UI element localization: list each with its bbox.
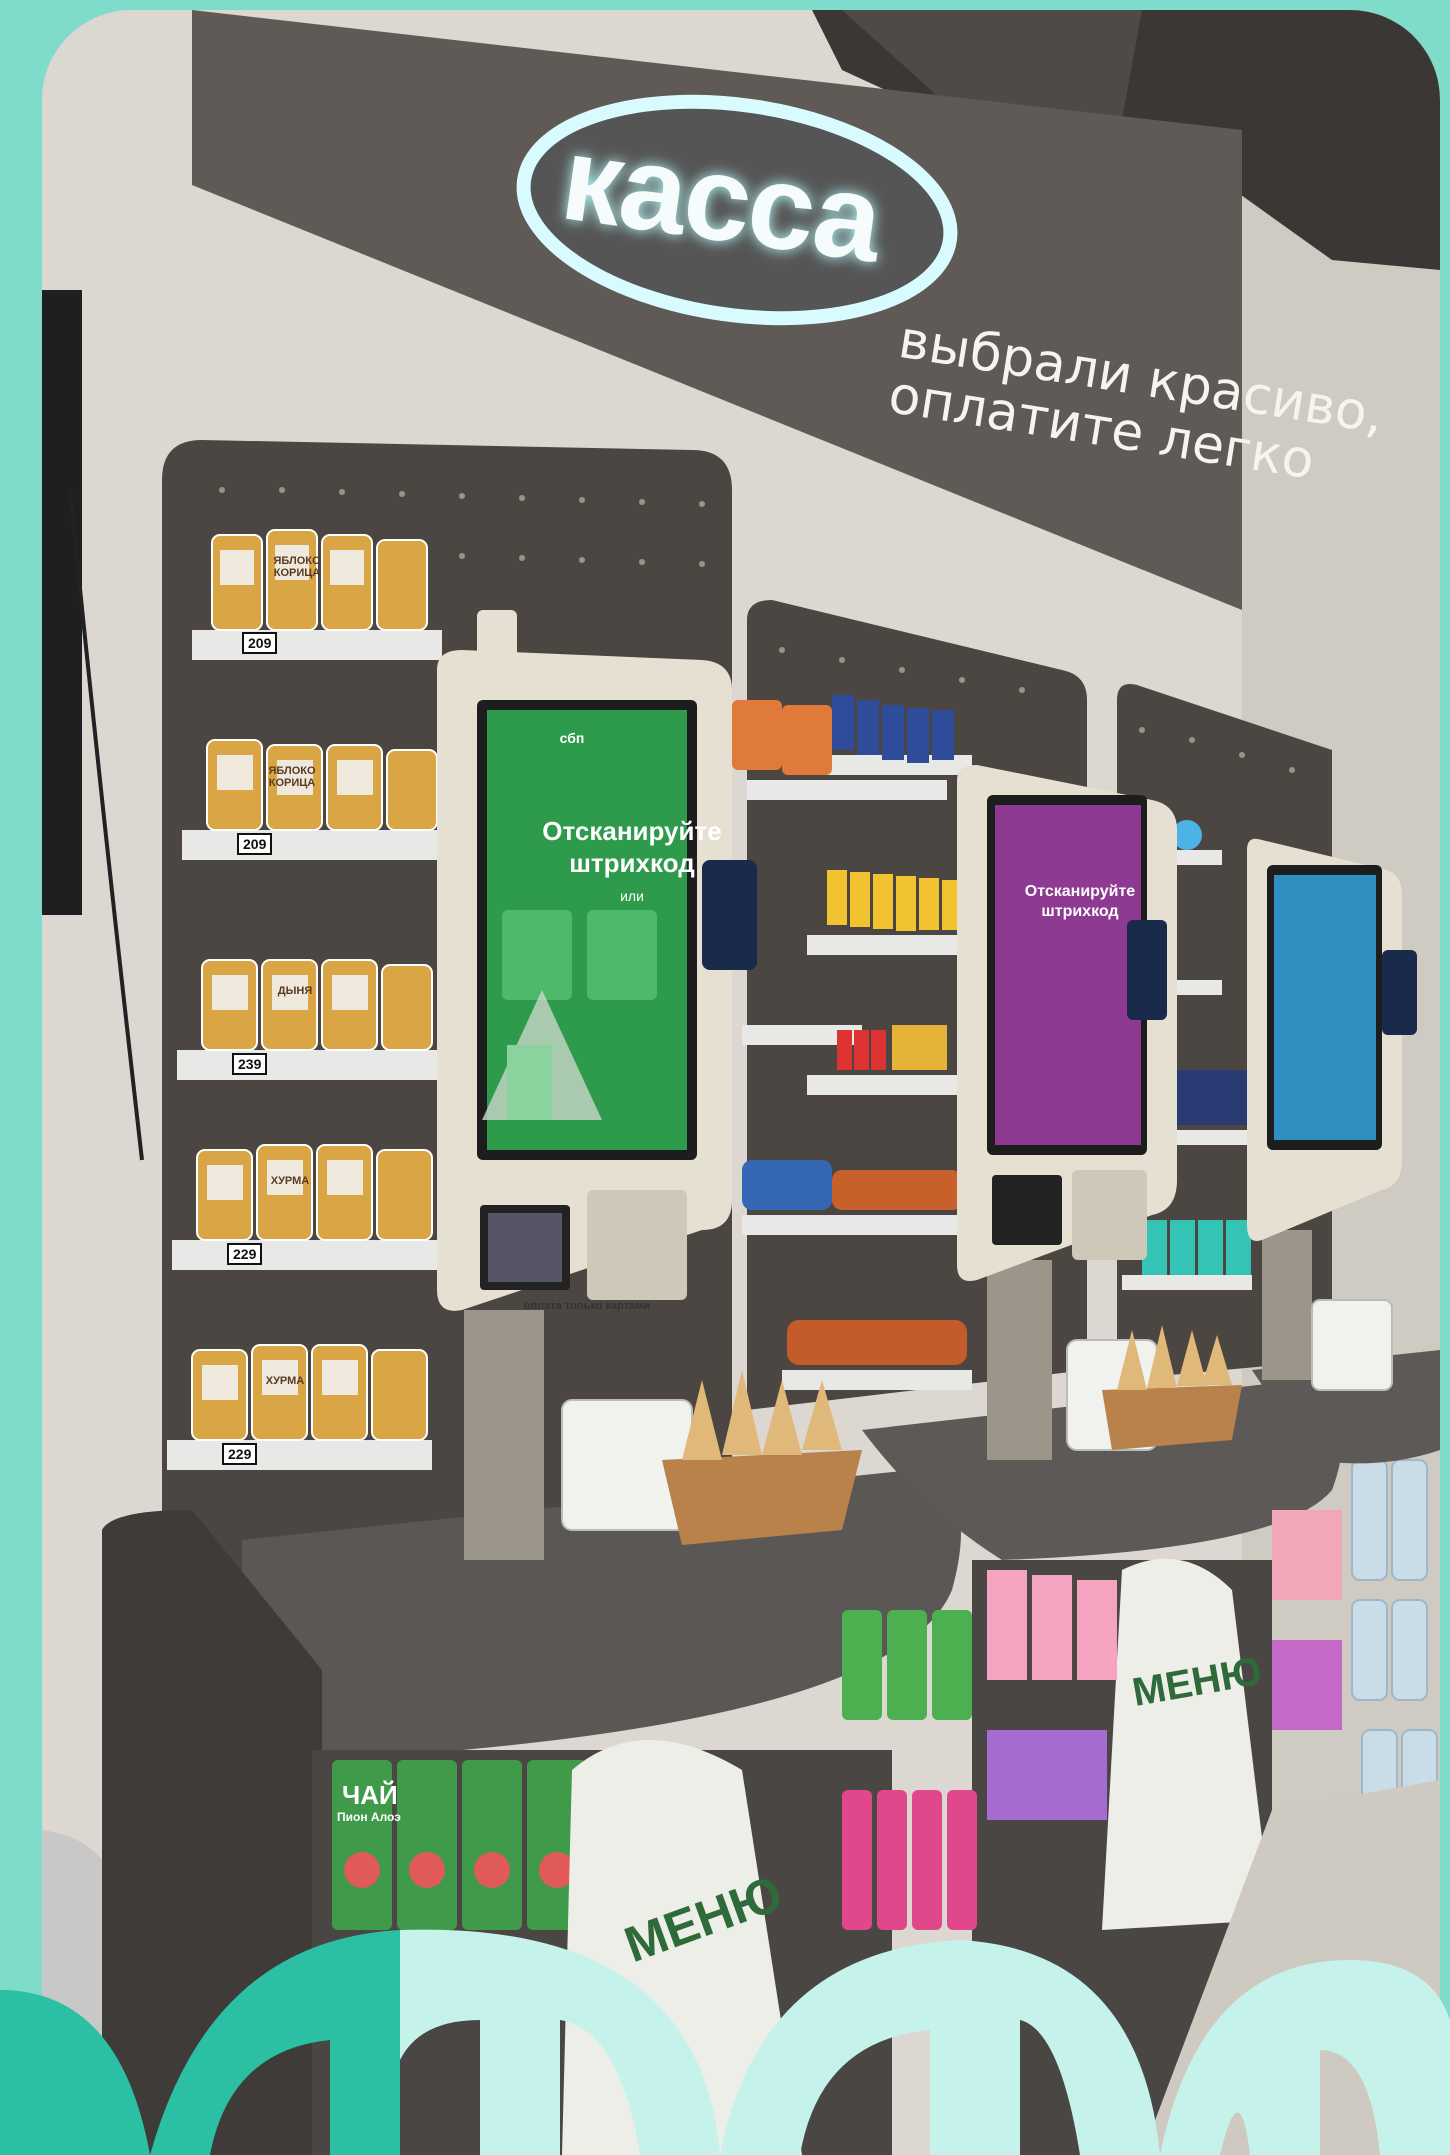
product-label: ХУРМА [265,1375,305,1387]
price-tag: 239 [232,1053,268,1075]
teal-frame: касса выбрали красиво, оплатите легко сб… [0,0,1450,2155]
kiosk2-scan-text[interactable]: Отсканируйте штрихкод [1020,882,1140,922]
product-label: ЯБЛОКО КОРИЦА [273,555,321,579]
kiosk1-sbp-logo: сбп [559,730,585,746]
price-tag: 229 [222,1443,258,1465]
kiosk1-pay-note: оплата только картами [523,1300,651,1312]
price-tag: 229 [227,1243,263,1265]
tea-label: ЧАЙ [342,1780,398,1810]
product-label: ЯБЛОКО КОРИЦА [268,765,316,789]
store-photo: касса выбрали красиво, оплатите легко сб… [42,10,1440,2155]
tea-variant-label: Пион Алоэ [337,1810,401,1824]
kiosk1-or-text: или [620,888,644,904]
store-scene-illustration [42,10,1440,2155]
price-tag: 209 [237,833,273,855]
kiosk1-scan-text[interactable]: Отсканируйте штрихкод [532,815,732,879]
product-label: ХУРМА [270,1175,310,1187]
decorative-bottom-pattern [0,1929,1450,2155]
product-label: ДЫНЯ [277,985,313,997]
price-tag: 209 [242,632,278,654]
